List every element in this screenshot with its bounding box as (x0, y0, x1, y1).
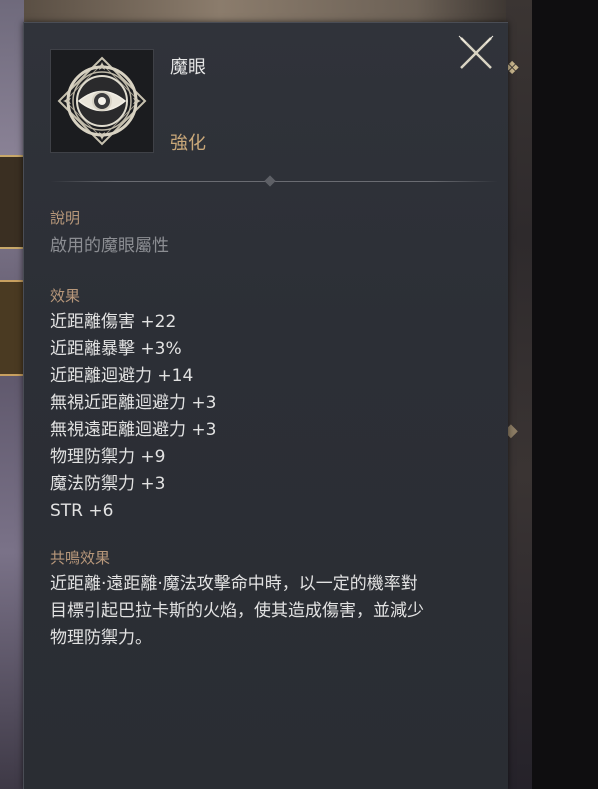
background-item-slot (0, 155, 24, 249)
item-icon-frame (50, 49, 154, 153)
effects-list: 近距離傷害 +22 近距離暴擊 +3% 近距離迴避力 +14 無視近距離迴避力 … (50, 309, 216, 525)
background-frame-strip (506, 0, 532, 789)
resonance-heading: 共鳴效果 (50, 549, 111, 567)
effect-item: 無視遠距離迴避力 +3 (50, 420, 217, 440)
effect-item: 物理防禦力 +9 (50, 447, 166, 467)
eye-emblem-icon (57, 56, 147, 146)
effect-item: 魔法防禦力 +3 (50, 474, 166, 494)
resonance-line: 近距離‧遠距離‧魔法攻擊命中時，以一定的機率對 (50, 574, 418, 594)
resonance-text: 近距離‧遠距離‧魔法攻擊命中時，以一定的機率對 目標引起巴拉卡斯的火焰，使其造成… (50, 571, 502, 652)
close-icon (458, 35, 494, 69)
resonance-line: 物理防禦力。 (50, 628, 152, 648)
game-screen: ❖ ◆ 魔眼 強化 說明 啟用的魔眼屬性 效果 近距離傷害 +22 近距離暴擊 … (0, 0, 598, 789)
effects-heading: 效果 (50, 287, 81, 305)
resonance-line: 目標引起巴拉卡斯的火焰，使其造成傷害，並減少 (50, 601, 424, 621)
background-scenery-top (24, 0, 514, 24)
background-scenery-left (0, 0, 24, 789)
divider-gem-icon (264, 175, 276, 187)
effect-item: 無視近距離迴避力 +3 (50, 393, 217, 413)
description-heading: 說明 (50, 209, 81, 227)
header-divider (50, 175, 498, 187)
description-text: 啟用的魔眼屬性 (50, 236, 169, 256)
effect-item: 近距離傷害 +22 (50, 312, 177, 332)
close-button[interactable] (456, 33, 496, 73)
effect-item: 近距離迴避力 +14 (50, 366, 194, 386)
item-name: 魔眼 (170, 57, 206, 78)
item-type-label: 強化 (170, 133, 206, 154)
effect-item: STR +6 (50, 501, 114, 521)
effect-item: 近距離暴擊 +3% (50, 339, 182, 359)
item-tooltip-panel: 魔眼 強化 說明 啟用的魔眼屬性 效果 近距離傷害 +22 近距離暴擊 +3% … (23, 22, 508, 789)
